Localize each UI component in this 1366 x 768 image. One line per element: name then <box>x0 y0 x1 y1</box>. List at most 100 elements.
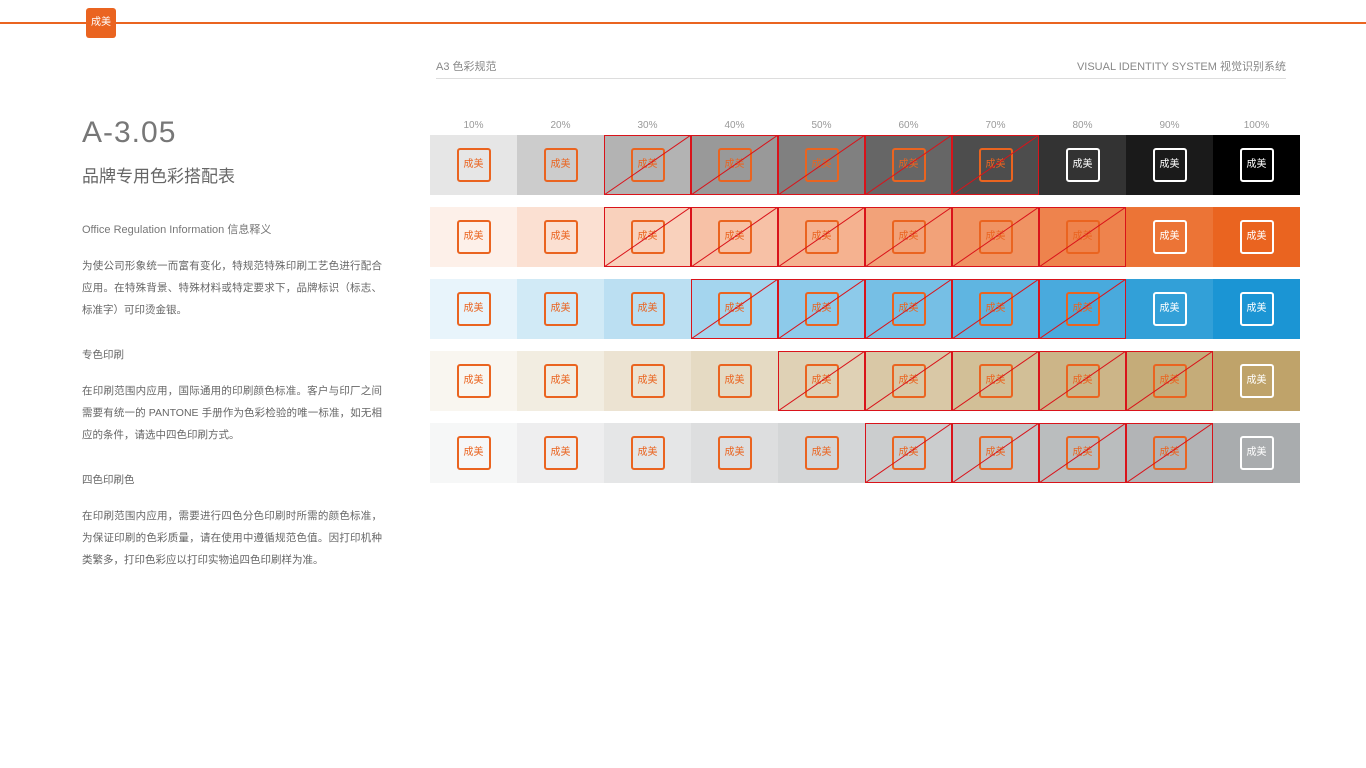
swatch: 成美 <box>952 135 1039 195</box>
swatch: 成美 <box>952 279 1039 339</box>
brand-logo-icon: 成美 <box>718 436 752 470</box>
swatch: 成美 <box>865 423 952 483</box>
brand-logo-icon: 成美 <box>457 436 491 470</box>
brand-logo-icon: 成美 <box>1153 436 1187 470</box>
header-left: A3 色彩规范 <box>436 58 497 74</box>
swatch: 成美 <box>430 351 517 411</box>
swatch: 成美 <box>430 207 517 267</box>
swatch: 成美 <box>1213 207 1300 267</box>
brand-logo-icon: 成美 <box>718 364 752 398</box>
swatch: 成美 <box>778 135 865 195</box>
swatch: 成美 <box>1213 423 1300 483</box>
brand-logo-icon: 成美 <box>805 364 839 398</box>
swatch: 成美 <box>1126 423 1213 483</box>
brand-logo-icon: 成美 <box>1240 220 1274 254</box>
swatch: 成美 <box>952 207 1039 267</box>
swatch: 成美 <box>865 279 952 339</box>
brand-logo-icon: 成美 <box>718 220 752 254</box>
swatch: 成美 <box>604 135 691 195</box>
swatch: 成美 <box>865 351 952 411</box>
percent-label: 100% <box>1213 120 1300 131</box>
brand-logo-icon: 成美 <box>1066 148 1100 182</box>
swatch: 成美 <box>1039 279 1126 339</box>
para1: 为使公司形象统一而富有变化，特规范特殊印刷工艺色进行配合应用。在特殊背景、特殊材… <box>82 255 382 321</box>
brand-logo-icon: 成美 <box>631 364 665 398</box>
brand-logo-icon: 成美 <box>544 220 578 254</box>
brand-logo-icon: 成美 <box>631 292 665 326</box>
brand-logo-icon: 成美 <box>457 292 491 326</box>
swatch: 成美 <box>604 423 691 483</box>
para2: 在印刷范围内应用，国际通用的印刷颜色标准。客户与印厂之间需要有统一的 PANTO… <box>82 380 382 446</box>
brand-logo-icon: 成美 <box>892 292 926 326</box>
brand-logo-icon: 成美 <box>1153 148 1187 182</box>
brand-logo-icon: 成美 <box>718 292 752 326</box>
swatch: 成美 <box>1126 351 1213 411</box>
brand-logo-icon: 成美 <box>1066 292 1100 326</box>
brand-logo-icon: 成美 <box>979 148 1013 182</box>
percent-label: 90% <box>1126 120 1213 131</box>
brand-logo-icon: 成美 <box>805 148 839 182</box>
brand-logo-icon: 成美 <box>1240 364 1274 398</box>
brand-logo-icon: 成美 <box>979 364 1013 398</box>
swatch: 成美 <box>517 351 604 411</box>
brand-logo-icon: 成美 <box>1153 220 1187 254</box>
swatch: 成美 <box>517 423 604 483</box>
swatch: 成美 <box>1039 423 1126 483</box>
section-subtitle: Office Regulation Information 信息释义 <box>82 221 382 237</box>
percent-label: 10% <box>430 120 517 131</box>
swatch: 成美 <box>1213 351 1300 411</box>
brand-logo-icon: 成美 <box>805 436 839 470</box>
brand-logo-icon: 成美 <box>1066 220 1100 254</box>
swatch: 成美 <box>604 279 691 339</box>
swatch: 成美 <box>1126 279 1213 339</box>
percent-label: 30% <box>604 120 691 131</box>
brand-logo-icon: 成美 <box>544 148 578 182</box>
swatch: 成美 <box>691 423 778 483</box>
brand-logo-icon: 成美 <box>805 292 839 326</box>
swatch: 成美 <box>778 423 865 483</box>
swatch-row-tan: 成美成美成美成美成美成美成美成美成美成美 <box>430 351 1300 411</box>
brand-logo-icon: 成美 <box>457 148 491 182</box>
brand-logo-icon: 成美 <box>718 148 752 182</box>
brand-logo-icon: 成美 <box>1240 148 1274 182</box>
swatch: 成美 <box>691 279 778 339</box>
brand-logo-icon: 成美 <box>805 220 839 254</box>
left-column: A-3.05 品牌专用色彩搭配表 Office Regulation Infor… <box>82 116 382 571</box>
brand-logo-icon: 成美 <box>979 220 1013 254</box>
brand-logo-icon: 成美 <box>1153 364 1187 398</box>
para3: 在印刷范围内应用，需要进行四色分色印刷时所需的颜色标准，为保证印刷的色彩质量，请… <box>82 505 382 571</box>
brand-logo-icon: 成美 <box>457 364 491 398</box>
percent-label: 50% <box>778 120 865 131</box>
swatch-row-blue: 成美成美成美成美成美成美成美成美成美成美 <box>430 279 1300 339</box>
swatch-row-grey: 成美成美成美成美成美成美成美成美成美成美 <box>430 423 1300 483</box>
brand-logo-icon: 成美 <box>979 292 1013 326</box>
color-chart: 10%20%30%40%50%60%70%80%90%100% 成美成美成美成美… <box>430 120 1300 495</box>
swatch: 成美 <box>691 207 778 267</box>
swatch: 成美 <box>1039 135 1126 195</box>
brand-logo-icon: 成美 <box>892 364 926 398</box>
swatch: 成美 <box>952 351 1039 411</box>
swatch: 成美 <box>691 135 778 195</box>
swatch-row-black: 成美 成美 成美 成美 成美 成美 成美 成美 成美 成美 <box>430 135 1300 195</box>
brand-logo-icon: 成美 <box>631 148 665 182</box>
percent-label: 20% <box>517 120 604 131</box>
swatch: 成美 <box>778 279 865 339</box>
brand-logo-top: 成美 <box>86 8 116 38</box>
brand-logo-icon: 成美 <box>892 436 926 470</box>
brand-logo-icon: 成美 <box>979 436 1013 470</box>
page-header: A3 色彩规范 VISUAL IDENTITY SYSTEM 视觉识别系统 <box>436 58 1286 79</box>
swatch: 成美 <box>1213 135 1300 195</box>
section-title: 品牌专用色彩搭配表 <box>82 162 382 187</box>
swatch: 成美 <box>778 351 865 411</box>
swatch: 成美 <box>1039 351 1126 411</box>
brand-logo-icon: 成美 <box>892 148 926 182</box>
percent-label: 40% <box>691 120 778 131</box>
section-code: A-3.05 <box>82 116 382 150</box>
swatch: 成美 <box>430 135 517 195</box>
swatch: 成美 <box>1126 207 1213 267</box>
swatch: 成美 <box>691 351 778 411</box>
swatch: 成美 <box>865 207 952 267</box>
brand-logo-icon: 成美 <box>544 364 578 398</box>
swatch: 成美 <box>778 207 865 267</box>
brand-logo-icon: 成美 <box>631 220 665 254</box>
